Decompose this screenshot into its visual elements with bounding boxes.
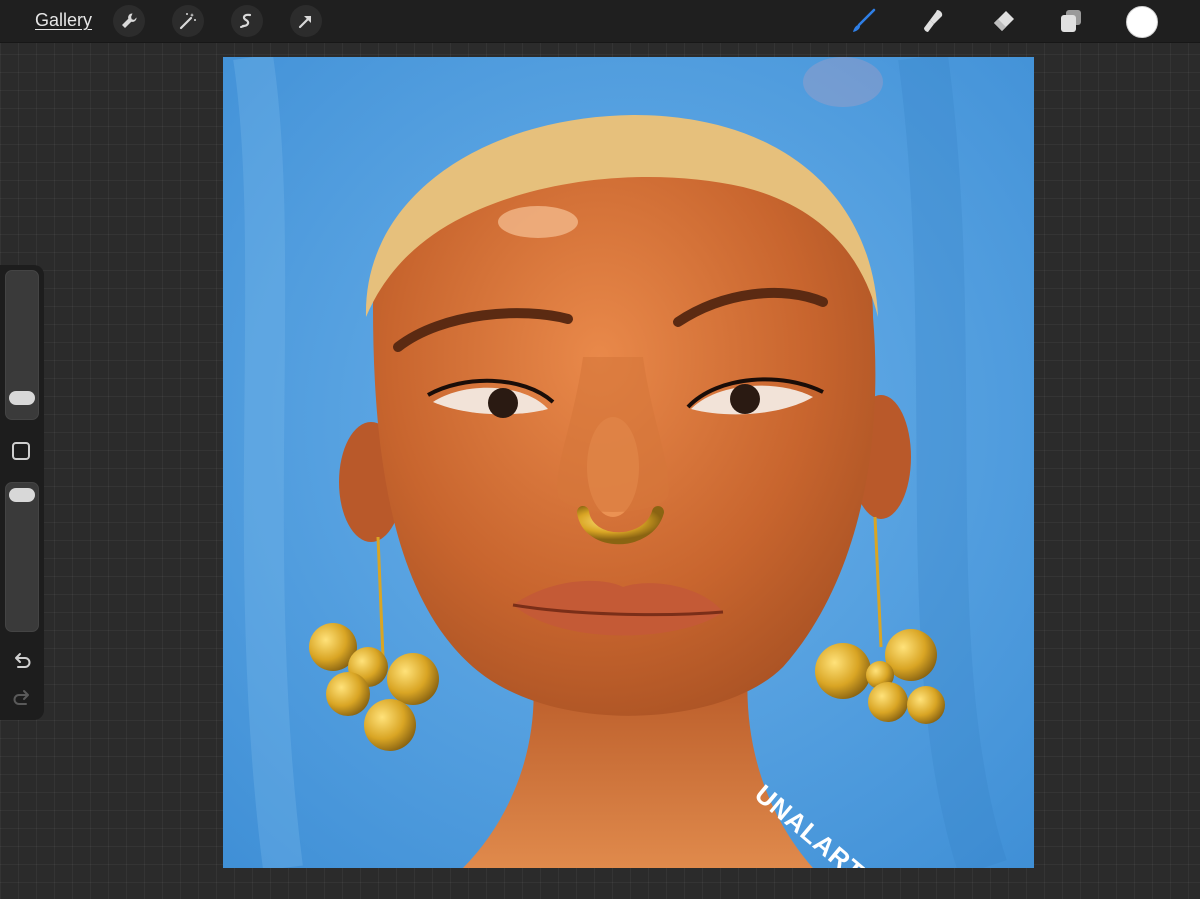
actions-button[interactable] — [113, 5, 145, 37]
adjustments-button[interactable] — [172, 5, 204, 37]
brush-size-thumb[interactable] — [9, 391, 35, 405]
brush-size-slider[interactable] — [5, 270, 39, 420]
wrench-icon — [122, 13, 137, 28]
smudge-tool[interactable] — [917, 5, 949, 37]
eraser-tool[interactable] — [987, 5, 1019, 37]
top-toolbar: Gallery — [0, 0, 1200, 43]
smudge-icon — [924, 10, 943, 32]
selection-icon — [240, 13, 252, 28]
portrait-artwork: UNALART — [223, 57, 1034, 868]
magic-wand-icon — [179, 13, 196, 30]
opacity-slider[interactable] — [5, 482, 39, 632]
color-picker-swatch[interactable] — [1126, 6, 1158, 38]
left-sidebar — [0, 265, 44, 720]
transform-button[interactable] — [290, 5, 322, 37]
layers-tool[interactable] — [1055, 5, 1087, 37]
layers-icon — [1061, 10, 1081, 32]
opacity-thumb[interactable] — [9, 488, 35, 502]
gallery-link[interactable]: Gallery — [35, 10, 92, 31]
eraser-icon — [994, 11, 1014, 31]
transform-arrow-icon — [298, 15, 312, 29]
brush-tool[interactable] — [847, 5, 879, 37]
undo-icon[interactable] — [11, 650, 33, 672]
modify-button[interactable] — [12, 442, 30, 460]
selection-button[interactable] — [231, 5, 263, 37]
redo-icon[interactable] — [11, 687, 33, 709]
brush-icon — [853, 8, 876, 32]
drawing-canvas[interactable]: UNALART — [223, 57, 1034, 868]
